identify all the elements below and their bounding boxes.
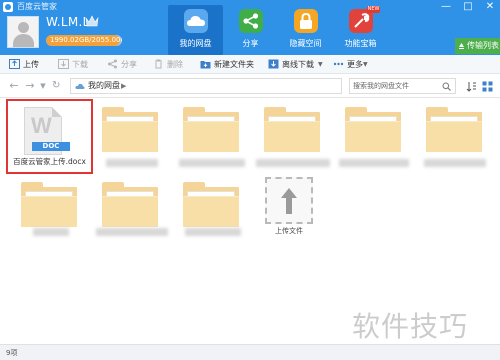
upload-file-label: 上传文件	[275, 227, 303, 235]
lock-icon	[294, 9, 318, 33]
blurred-folder-name	[424, 159, 486, 167]
watermark: 软件技巧	[352, 310, 469, 343]
download-label: 下载	[72, 60, 88, 69]
folder-icon	[345, 107, 401, 152]
nav-label: 分享	[242, 39, 259, 48]
transfer-list-button[interactable]: 传输列表	[455, 38, 500, 54]
chevron-down-icon[interactable]: ▼	[37, 79, 49, 93]
new-folder-label: 新建文件夹	[214, 60, 254, 69]
sort-icon[interactable]	[466, 81, 477, 92]
folder-item[interactable]	[335, 101, 419, 177]
chevron-down-icon: ▼	[318, 61, 323, 68]
upload-icon	[9, 59, 20, 69]
folder-item[interactable]	[92, 101, 176, 177]
nav-hidden-space[interactable]: 隐藏空间	[278, 5, 333, 55]
doc-badge: DOC	[32, 142, 70, 151]
address-bar: ← → ▼ ↻ 我的网盘 ▶	[0, 75, 500, 98]
nav-share[interactable]: 分享	[223, 5, 278, 55]
chevron-down-icon: ▼	[363, 61, 368, 68]
folder-icon	[102, 182, 158, 227]
offline-download-label: 离线下载	[282, 60, 314, 69]
grid-view-icon[interactable]	[482, 81, 493, 92]
search-input[interactable]	[353, 80, 439, 92]
upload-arrow-icon	[281, 188, 297, 214]
blurred-folder-name	[106, 159, 158, 167]
blurred-folder-name	[256, 159, 330, 167]
folder-icon	[264, 107, 320, 152]
username[interactable]: W.LM.L	[46, 15, 90, 30]
blurred-folder-name	[96, 228, 168, 236]
folder-item[interactable]	[416, 101, 500, 177]
close-icon[interactable]: ✕	[484, 1, 496, 12]
nav-label: 功能宝箱	[344, 39, 377, 48]
word-letter: W	[31, 113, 52, 138]
folder-item[interactable]	[11, 176, 95, 252]
delete-label: 删除	[167, 60, 183, 69]
toolbar: 上传 下载 分享 删除 新建文件夹 离线下载 ▼ 更多 ▼	[0, 55, 500, 74]
search-box	[349, 78, 456, 94]
forward-arrow-icon[interactable]: →	[24, 79, 36, 93]
blurred-folder-name	[185, 228, 241, 236]
new-badge: NEW	[367, 6, 380, 13]
folder-icon	[183, 107, 239, 152]
folder-item[interactable]	[173, 176, 257, 252]
avatar[interactable]	[7, 16, 39, 48]
chevron-right-icon: ▶	[121, 82, 127, 90]
file-name: 百度云管家上传.docx	[13, 157, 86, 166]
folder-icon	[102, 107, 158, 152]
new-folder-icon	[200, 61, 211, 69]
item-count: 9项	[6, 349, 18, 357]
back-arrow-icon[interactable]: ←	[8, 79, 20, 93]
blurred-folder-name	[339, 159, 409, 167]
share-label: 分享	[121, 60, 137, 69]
more-label: 更多	[347, 60, 363, 69]
breadcrumb[interactable]: 我的网盘 ▶	[70, 78, 342, 94]
transfer-list-label: 传输列表	[467, 41, 499, 50]
storage-quota-bar: 1990.02GB/2055.00GB	[46, 35, 122, 46]
blurred-folder-name	[179, 159, 245, 167]
upload-file-tile[interactable]	[265, 177, 313, 224]
upload-label: 上传	[23, 60, 39, 69]
blurred-folder-name	[33, 228, 69, 236]
app-logo-icon	[3, 2, 13, 12]
breadcrumb-current[interactable]: 我的网盘	[88, 79, 120, 93]
cloud-icon	[75, 83, 85, 89]
app-title: 百度云管家	[17, 2, 57, 11]
crown-icon[interactable]	[85, 15, 99, 27]
minimize-icon[interactable]: —	[440, 1, 452, 12]
offline-download-icon	[268, 59, 279, 69]
status-bar: 9项	[0, 344, 500, 360]
folder-icon	[21, 182, 77, 227]
maximize-icon[interactable]: □	[462, 1, 474, 12]
more-icon	[333, 62, 344, 66]
main-nav: 我的网盘 分享 隐藏空间 NEW 功能宝箱	[168, 5, 388, 55]
folder-icon	[426, 107, 482, 152]
storage-quota-text: 1990.02GB/2055.00GB	[50, 36, 122, 44]
nav-label: 我的网盘	[179, 39, 212, 48]
folder-item[interactable]	[92, 176, 176, 252]
nav-my-drive[interactable]: 我的网盘	[168, 5, 223, 55]
search-icon[interactable]	[442, 82, 451, 91]
refresh-icon[interactable]: ↻	[52, 79, 64, 93]
folder-item[interactable]	[254, 101, 338, 177]
share-icon	[108, 59, 117, 69]
share-icon	[239, 9, 263, 33]
word-doc-icon: W DOC	[24, 107, 70, 155]
nav-label: 隐藏空间	[289, 39, 322, 48]
download-icon	[58, 59, 69, 69]
file-item-docx[interactable]: W DOC 百度云管家上传.docx	[6, 99, 93, 174]
cloud-icon	[184, 9, 208, 33]
folder-item[interactable]	[173, 101, 257, 177]
folder-icon	[183, 182, 239, 227]
nav-toolbox[interactable]: NEW 功能宝箱	[333, 5, 388, 55]
trash-icon	[155, 59, 162, 69]
window-controls: — □ ✕	[440, 1, 496, 12]
transfer-icon	[459, 43, 464, 49]
